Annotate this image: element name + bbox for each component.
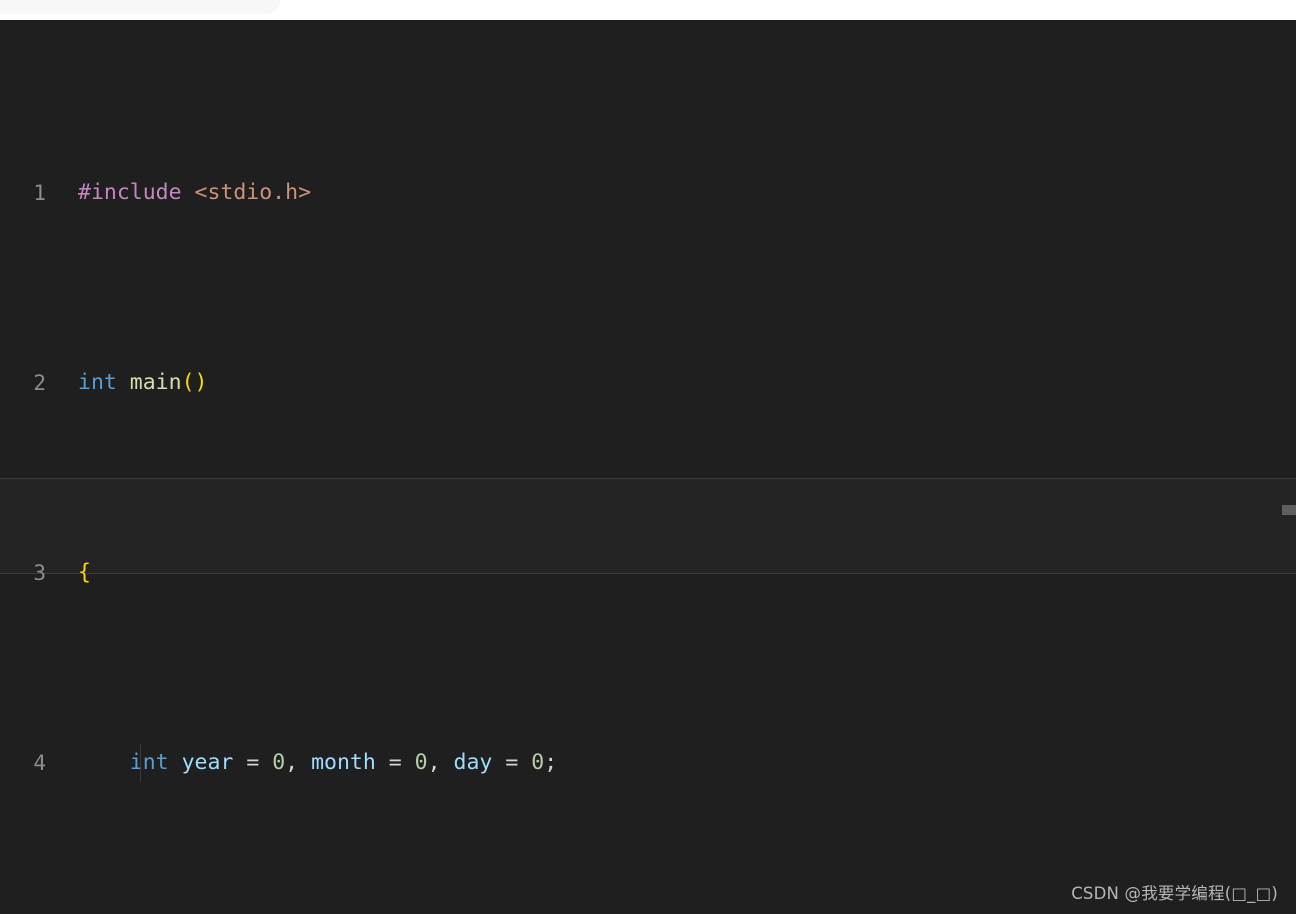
window-top-strip (0, 0, 1296, 20)
line-number: 3 (33, 561, 46, 585)
line-number: 2 (33, 371, 46, 395)
token-assign: = (505, 750, 519, 775)
token-comma: , (427, 750, 441, 775)
token-var-month: month (311, 750, 376, 775)
editor-window: 1 #include <stdio.h> 2 int main() 3 { 4 … (0, 0, 1296, 914)
line-code[interactable]: int year = 0, month = 0, day = 0; (62, 744, 1296, 782)
browser-tab-shape[interactable] (0, 0, 280, 14)
token-comma: , (285, 750, 299, 775)
code-line: 2 int main() (0, 364, 1296, 402)
token-header-name: <stdio.h> (194, 180, 312, 205)
token-number-zero: 0 (272, 750, 286, 775)
token-assign: = (246, 750, 260, 775)
token-semicolon: ; (544, 750, 558, 775)
token-paren-close: ) (194, 370, 208, 395)
line-code[interactable]: { (62, 554, 1296, 592)
token-number-zero: 0 (414, 750, 428, 775)
token-type-int: int (129, 750, 169, 775)
token-include-directive: #include (78, 180, 182, 205)
token-assign: = (388, 750, 402, 775)
token-var-year: year (181, 750, 234, 775)
line-number: 1 (33, 181, 46, 205)
code-line: 1 #include <stdio.h> (0, 174, 1296, 212)
line-code[interactable]: #include <stdio.h> (62, 174, 1296, 212)
token-brace-open: { (78, 560, 91, 585)
indent-guide (140, 744, 141, 782)
line-code[interactable]: int main() (62, 364, 1296, 402)
line-number: 4 (33, 751, 46, 775)
code-line: 3 { (0, 554, 1296, 592)
code-line: 4 int year = 0, month = 0, day = 0; (0, 744, 1296, 782)
token-function-main: main (129, 370, 182, 395)
code-content: 1 #include <stdio.h> 2 int main() 3 { 4 … (0, 20, 1296, 914)
code-editor[interactable]: 1 #include <stdio.h> 2 int main() 3 { 4 … (0, 20, 1296, 914)
token-paren-open: ( (181, 370, 195, 395)
csdn-watermark: CSDN @我要学编程(□_□) (1071, 884, 1278, 903)
token-number-zero: 0 (531, 750, 545, 775)
token-type-int: int (78, 370, 117, 395)
token-var-day: day (453, 750, 493, 775)
